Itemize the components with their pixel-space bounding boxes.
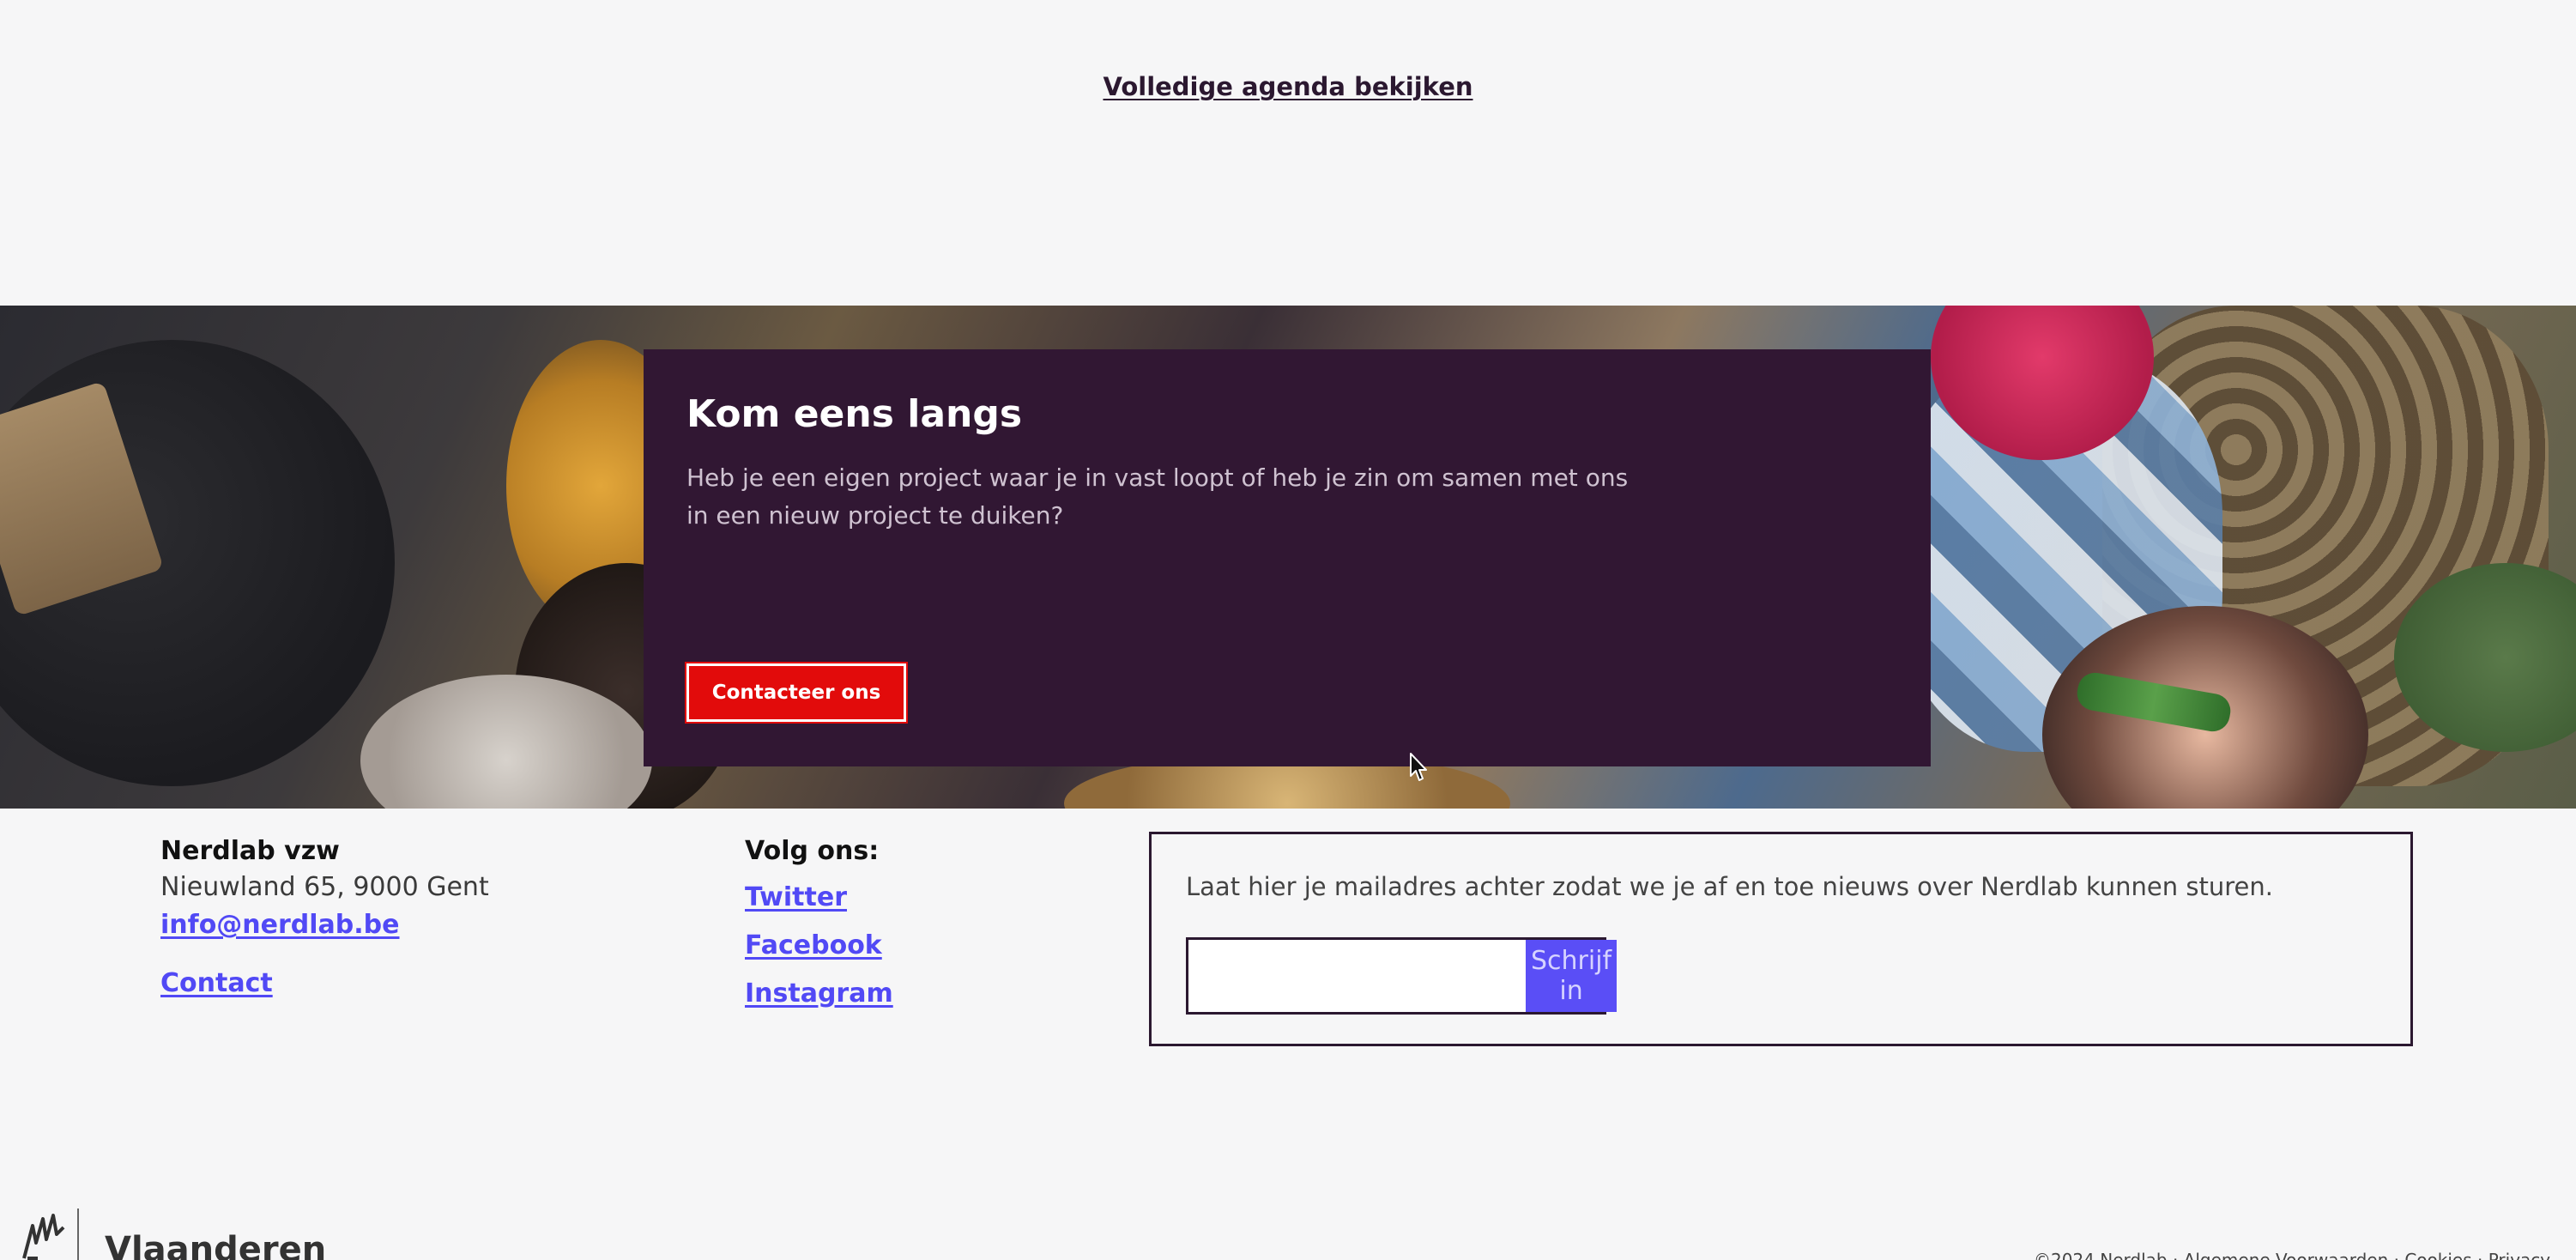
instagram-link[interactable]: Instagram <box>745 975 893 1013</box>
newsletter-email-input[interactable] <box>1188 940 1526 1012</box>
vlaanderen-logo[interactable]: Vlaanderen <box>19 1209 326 1260</box>
cta-text: Heb je een eigen project waar je in vast… <box>686 463 1629 530</box>
copyright-text: ©2024 Nerdlab · Algemene Voorwaarden · C… <box>2034 1250 2551 1260</box>
newsletter-box: Laat hier je mailadres achter zodat we j… <box>1149 832 2413 1046</box>
mouse-cursor-icon <box>1410 753 1427 781</box>
facebook-link[interactable]: Facebook <box>745 927 893 965</box>
footer-organization: Nerdlab vzw Nieuwland 65, 9000 Gent info… <box>160 834 489 1003</box>
flemish-lion-icon <box>22 1214 65 1260</box>
org-address: Nieuwland 65, 9000 Gent <box>160 872 489 902</box>
logo-divider <box>77 1209 79 1260</box>
subscribe-button[interactable]: Schrijf in <box>1526 940 1618 1012</box>
social-heading: Volg ons: <box>745 836 880 866</box>
newsletter-form: Schrijf in <box>1186 937 1618 1015</box>
full-agenda-link[interactable]: Volledige agenda bekijken <box>0 72 2576 101</box>
contact-button[interactable]: Contacteer ons <box>685 662 908 724</box>
contact-link[interactable]: Contact <box>160 965 489 1003</box>
newsletter-text: Laat hier je mailadres achter zodat we j… <box>1186 872 2273 901</box>
email-link[interactable]: info@nerdlab.be <box>160 906 489 944</box>
twitter-link[interactable]: Twitter <box>745 879 893 917</box>
vlaanderen-label: Vlaanderen <box>105 1230 327 1260</box>
footer-social: Volg ons: Twitter Facebook Instagram <box>745 834 893 1013</box>
cta-card: Kom eens langs Heb je een eigen project … <box>644 349 1931 766</box>
cta-title: Kom eens langs <box>686 392 1023 436</box>
org-name: Nerdlab vzw <box>160 836 340 866</box>
